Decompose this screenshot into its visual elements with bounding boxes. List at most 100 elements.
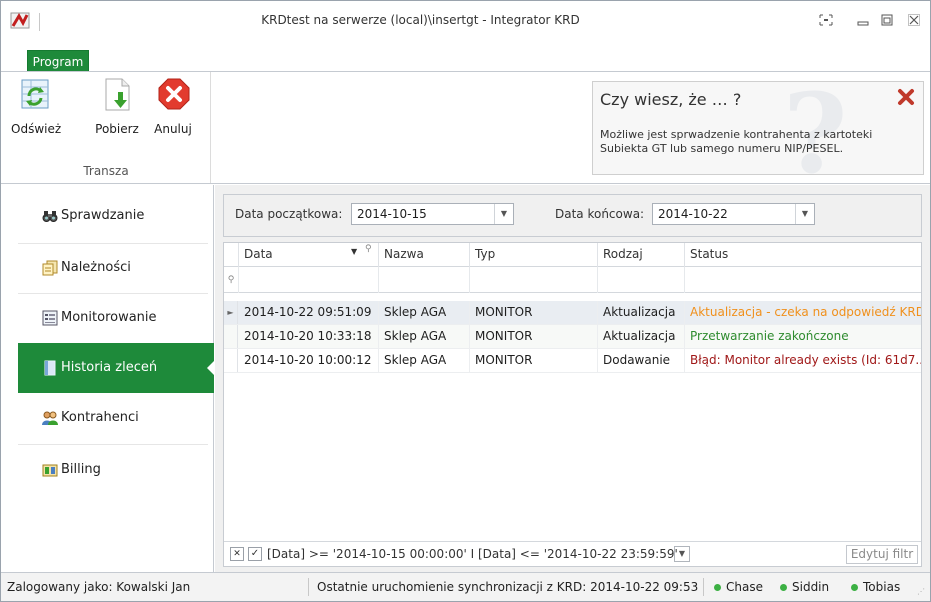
- end-date-value: 2014-10-22: [658, 207, 728, 221]
- tip-title: Czy wiesz, że … ?: [600, 90, 742, 109]
- nav-item-sprawdzanie[interactable]: Sprawdzanie: [18, 191, 214, 241]
- ribbon-tab-program[interactable]: Program: [27, 50, 89, 72]
- orders-grid: Data ▼ ⚲ Nazwa Typ Rodzaj Status ⚲ ► 201: [223, 242, 922, 567]
- sort-descending-icon: ▼: [351, 247, 358, 256]
- column-header-label: Typ: [475, 247, 496, 261]
- nav-item-billing[interactable]: Billing: [18, 445, 214, 495]
- header-indicator: [224, 243, 239, 267]
- tip-body: Możliwe jest sprwadzenie kontrahenta z k…: [600, 128, 873, 155]
- column-header-rodzaj[interactable]: Rodzaj: [598, 243, 685, 267]
- cell-nazwa: Sklep AGA: [379, 325, 470, 348]
- column-header-label: Rodzaj: [603, 247, 643, 261]
- column-header-label: Data: [244, 247, 273, 261]
- monitor-list-icon: [42, 310, 58, 326]
- cell-rodzaj: Dodawanie: [598, 349, 685, 372]
- download-icon: [105, 78, 130, 111]
- filter-enabled-checkbox[interactable]: ✓: [248, 547, 262, 561]
- nav-item-naleznosci[interactable]: Należności: [18, 243, 214, 293]
- cancel-label: Anuluj: [154, 122, 192, 136]
- cancel-icon: [158, 78, 190, 110]
- cell-nazwa: Sklep AGA: [379, 349, 470, 372]
- online-status-icon: [851, 584, 858, 591]
- refresh-button[interactable]: Odśwież: [11, 78, 62, 148]
- status-bar: Zalogowany jako: Kowalski Jan Ostatnie u…: [1, 572, 930, 601]
- minimize-button[interactable]: [853, 13, 873, 31]
- filter-cell[interactable]: [470, 267, 598, 293]
- start-date-combo[interactable]: 2014-10-15 ▼: [351, 203, 514, 225]
- row-indicator: [224, 325, 238, 348]
- table-row[interactable]: 2014-10-20 10:00:12 Sklep AGA MONITOR Do…: [224, 349, 921, 373]
- chevron-down-icon[interactable]: ▼: [795, 204, 814, 224]
- filter-cell[interactable]: [685, 267, 921, 293]
- cell-typ: MONITOR: [470, 325, 598, 348]
- ribbon-group-transza: Odśwież Pobierz Anuluj Transza: [1, 72, 211, 183]
- column-header-data[interactable]: Data ▼ ⚲: [239, 243, 379, 267]
- row-indicator: [224, 349, 238, 372]
- date-filter-panel: Data początkowa: 2014-10-15 ▼ Data końco…: [223, 194, 922, 237]
- filter-row-icon: ⚲: [224, 267, 239, 293]
- end-date-combo[interactable]: 2014-10-22 ▼: [652, 203, 815, 225]
- edit-filter-button[interactable]: Edytuj filtr: [846, 545, 918, 564]
- clear-filter-button[interactable]: ✕: [230, 547, 244, 561]
- cell-status: Błąd: Monitor already exists (Id: 61d7..…: [690, 353, 921, 367]
- cell-nazwa: Sklep AGA: [379, 301, 470, 324]
- cell-status: Przetwarzanie zakończone: [690, 329, 849, 343]
- filter-cell[interactable]: [379, 267, 470, 293]
- window-title: KRDtest na serwerze (local)\insertgt - I…: [261, 13, 580, 27]
- end-date-label: Data końcowa:: [555, 207, 645, 221]
- cell-data: 2014-10-22 09:51:09: [239, 301, 379, 324]
- billing-icon: [42, 464, 58, 477]
- help-icon[interactable]: [816, 13, 836, 31]
- cell-typ: MONITOR: [470, 301, 598, 324]
- column-header-label: Nazwa: [384, 247, 424, 261]
- online-user: Tobias: [863, 580, 901, 594]
- nav-item-kontrahenci[interactable]: Kontrahenci: [18, 393, 214, 443]
- cancel-button[interactable]: Anuluj: [151, 78, 195, 148]
- logged-in-user: Zalogowany jako: Kowalski Jan: [7, 580, 191, 594]
- resize-grip-icon[interactable]: ⋰: [917, 587, 925, 596]
- nav-label: Monitorowanie: [61, 310, 157, 325]
- binoculars-icon: [42, 211, 58, 222]
- column-header-status[interactable]: Status: [685, 243, 921, 267]
- nav-item-historia-zlecen[interactable]: Historia zleceń: [18, 343, 215, 393]
- close-window-button[interactable]: [904, 13, 924, 31]
- cell-data: 2014-10-20 10:00:12: [239, 349, 379, 372]
- column-header-nazwa[interactable]: Nazwa: [379, 243, 470, 267]
- start-date-value: 2014-10-15: [357, 207, 427, 221]
- cell-status: Aktualizacja - czeka na odpowiedź KRD: [690, 305, 921, 319]
- cell-rodzaj: Aktualizacja: [598, 325, 685, 348]
- nav-label: Sprawdzanie: [61, 208, 145, 223]
- auto-filter-row[interactable]: ⚲: [224, 267, 921, 293]
- maximize-button[interactable]: [877, 13, 897, 31]
- column-header-typ[interactable]: Typ: [470, 243, 598, 267]
- nav-label: Billing: [61, 462, 101, 477]
- online-status-icon: [714, 584, 721, 591]
- online-user: Siddin: [792, 580, 830, 594]
- filter-icon[interactable]: ⚲: [365, 244, 372, 254]
- chevron-down-icon[interactable]: ▼: [494, 204, 513, 224]
- documents-icon: [42, 260, 58, 276]
- history-icon: [44, 360, 56, 376]
- status-separator: [308, 578, 309, 596]
- filter-cell[interactable]: [239, 267, 379, 293]
- table-row[interactable]: ► 2014-10-22 09:51:09 Sklep AGA MONITOR …: [224, 301, 921, 325]
- refresh-label: Odśwież: [11, 122, 62, 136]
- ribbon: Odśwież Pobierz Anuluj Transza ? Czy wie…: [1, 72, 930, 184]
- cell-data: 2014-10-20 10:33:18: [239, 325, 379, 348]
- download-button[interactable]: Pobierz: [94, 78, 140, 148]
- nav-item-monitorowanie[interactable]: Monitorowanie: [18, 293, 214, 343]
- close-tip-icon[interactable]: [897, 88, 915, 106]
- cell-typ: MONITOR: [470, 349, 598, 372]
- column-header-label: Status: [690, 247, 729, 261]
- refresh-icon: [21, 79, 49, 109]
- grid-header: Data ▼ ⚲ Nazwa Typ Rodzaj Status: [224, 243, 921, 267]
- table-row[interactable]: 2014-10-20 10:33:18 Sklep AGA MONITOR Ak…: [224, 325, 921, 349]
- filter-cell[interactable]: [598, 267, 685, 293]
- row-pointer-icon: ►: [224, 301, 238, 324]
- contacts-icon: [42, 411, 58, 425]
- last-sync-info: Ostatnie uruchomienie synchronizacji z K…: [317, 580, 699, 594]
- online-user: Chase: [726, 580, 763, 594]
- filter-footer: ✕ ✓ [Data] >= '2014-10-15 00:00:00' I [D…: [224, 541, 921, 566]
- filter-history-dropdown[interactable]: ▼: [674, 546, 690, 562]
- title-bar: KRDtest na serwerze (local)\insertgt - I…: [1, 1, 930, 49]
